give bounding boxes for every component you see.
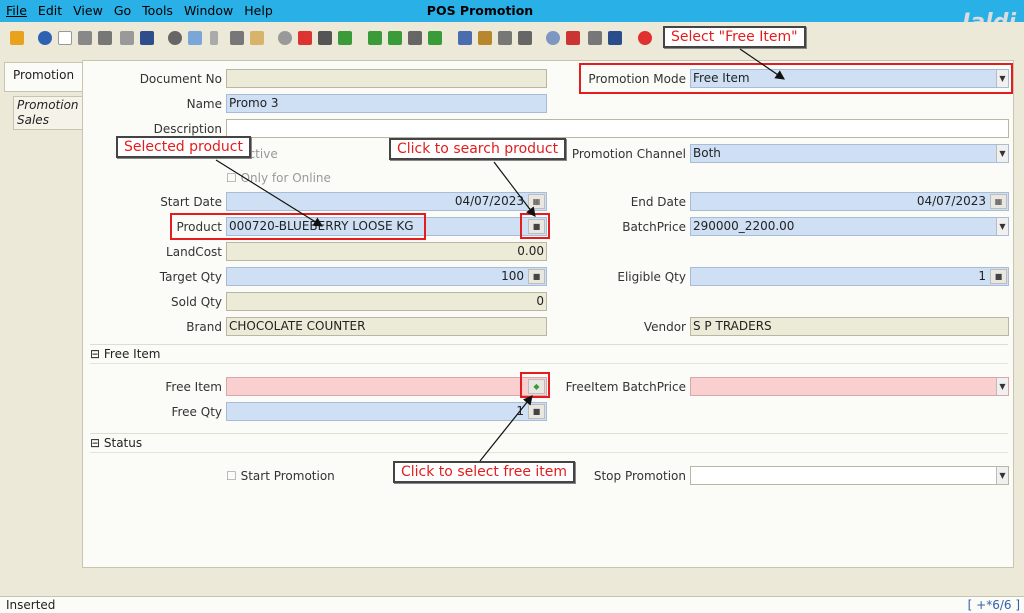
arrow-to-promotion-mode <box>739 48 785 80</box>
arrow-to-product-search <box>493 161 536 217</box>
arrow-to-free-item-search <box>479 395 533 462</box>
status-message: Inserted <box>6 598 56 612</box>
record-indicator[interactable]: [ +*6/6 ] <box>968 598 1020 612</box>
annotation-arrows <box>215 48 785 462</box>
arrow-to-product <box>215 159 324 227</box>
status-bar: Inserted [ +*6/6 ] <box>0 596 1024 613</box>
